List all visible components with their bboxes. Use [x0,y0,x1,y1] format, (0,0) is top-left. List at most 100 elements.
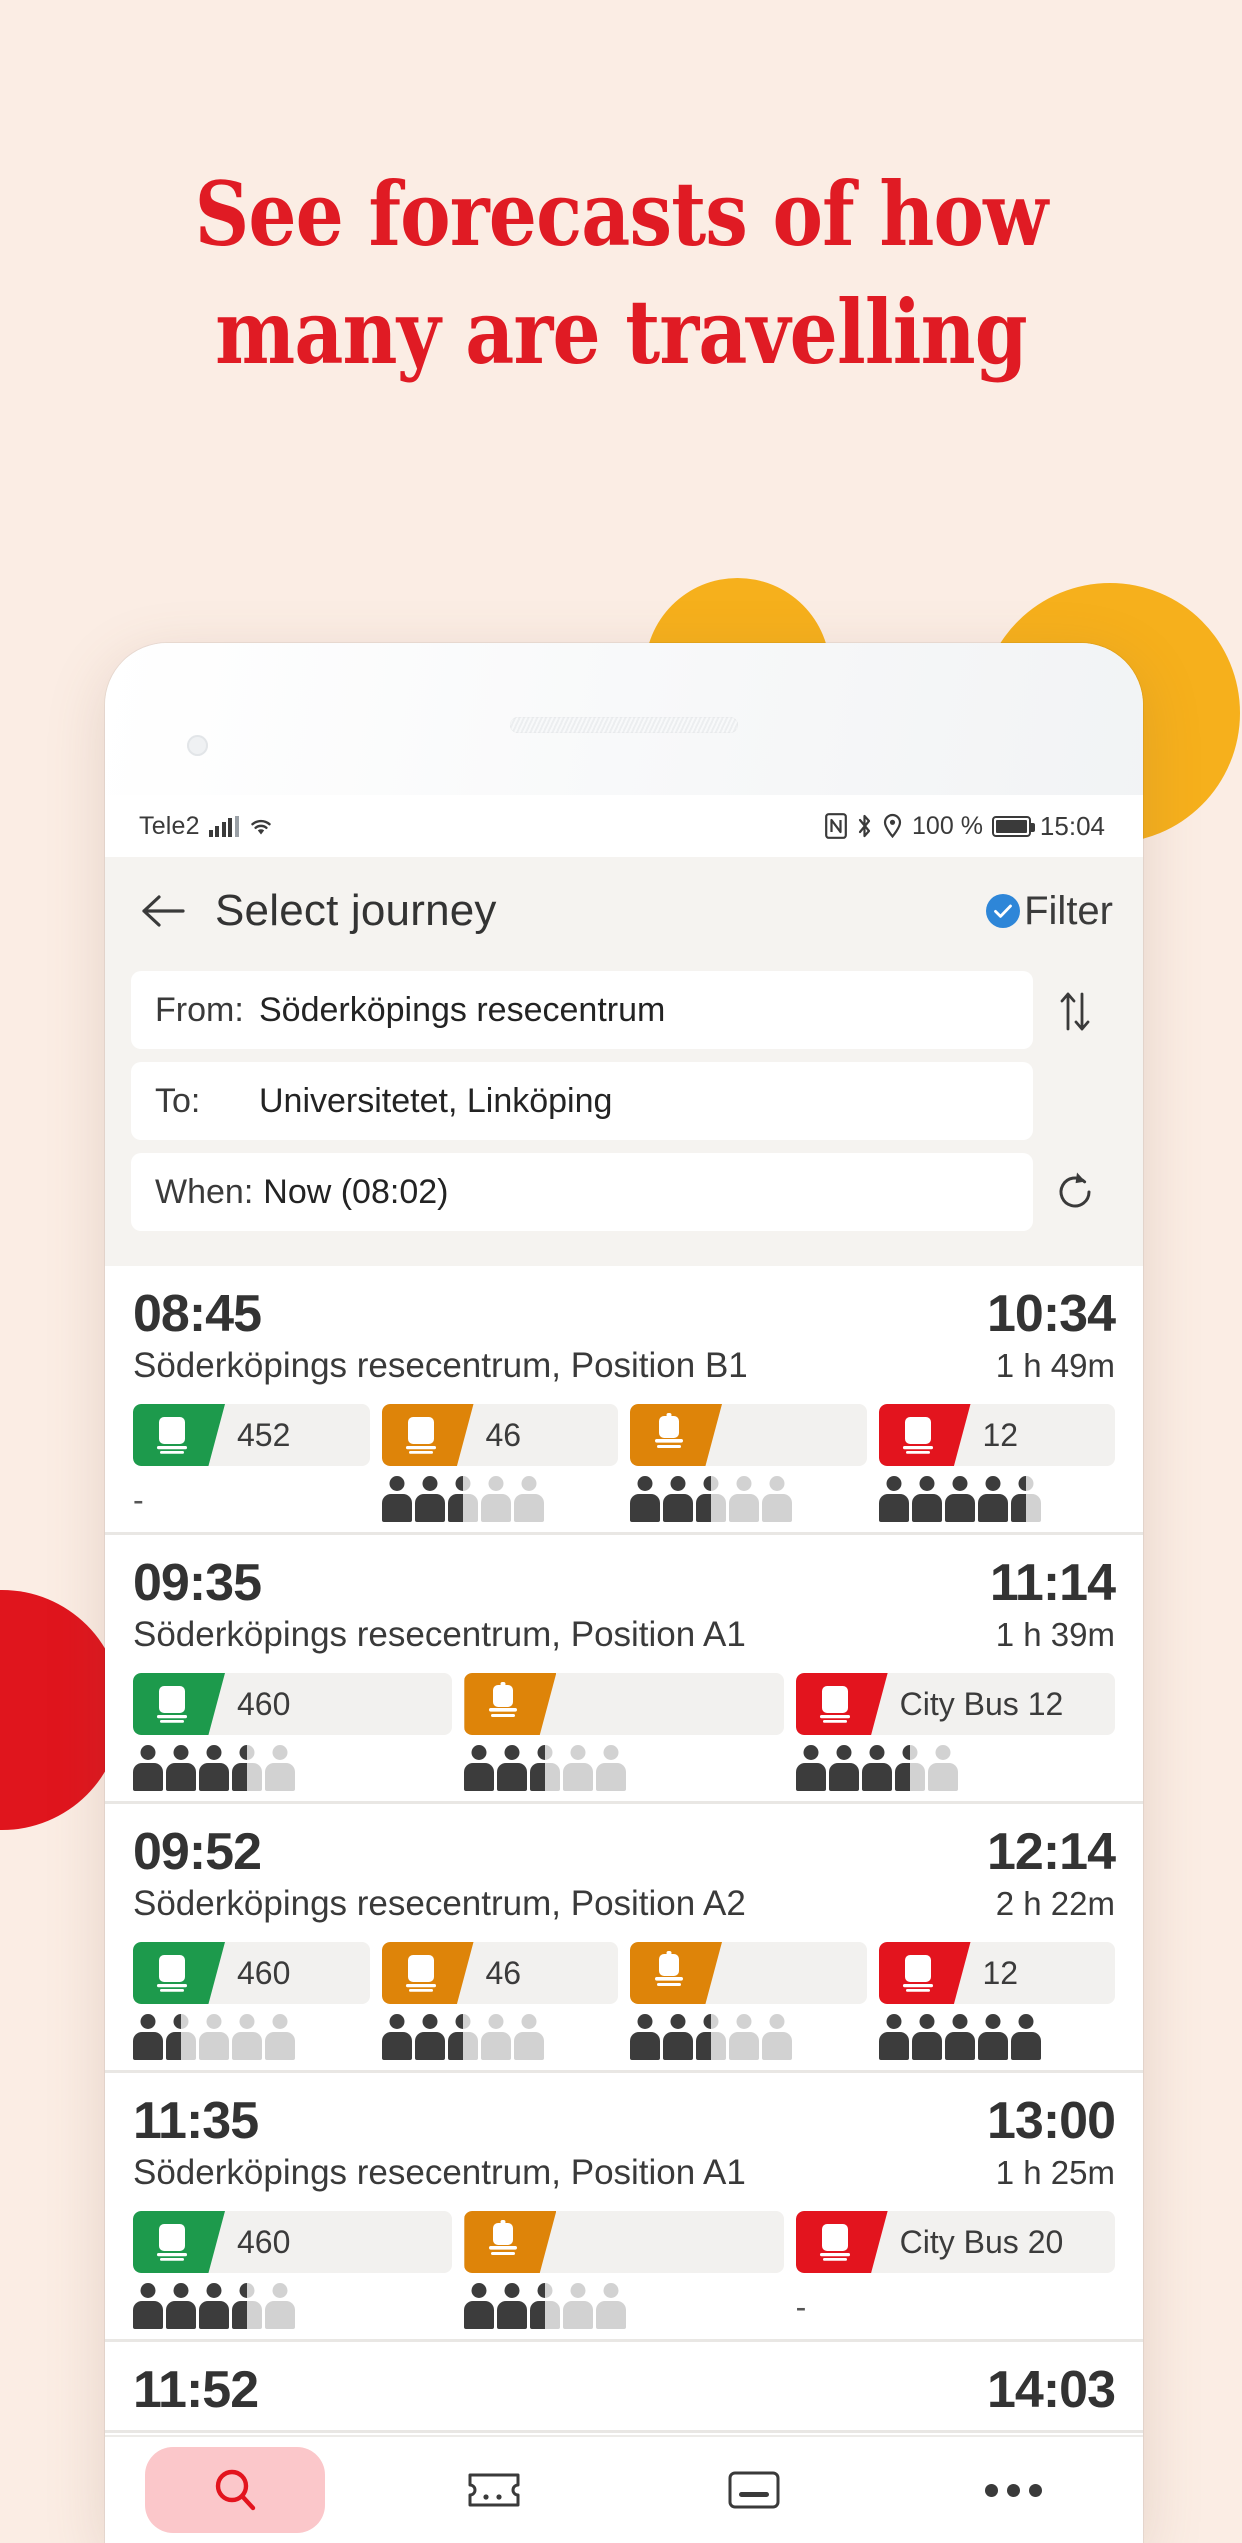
journey-row[interactable]: 11:52 14:03 [105,2342,1143,2433]
leg-track: 46 [381,1404,618,1466]
journey-times: 11:52 14:03 [133,2360,1116,2420]
journey-row[interactable]: 09:52 12:14 Söderköpings resecentrum, Posi… [105,1804,1143,2073]
person-icon [265,1745,295,1791]
to-label: To: [155,1081,201,1120]
bus-icon [902,1955,933,1992]
person-icon [530,2283,561,2329]
arrival-time: 12:14 [987,1823,1116,1881]
nav-item-tickets[interactable] [365,2467,625,2513]
occupancy-indicator [630,1466,867,1522]
bus-icon [157,1417,187,1454]
journey-leg[interactable] [464,2211,784,2329]
occupancy-indicator [133,2273,452,2329]
journey-leg[interactable] [464,1673,784,1791]
journey-legs: 460 City Bus 20 - [133,2211,1115,2329]
journey-leg[interactable]: City Bus 12 [795,1673,1115,1791]
journey-leg[interactable]: 460 [133,2211,453,2329]
back-button[interactable] [135,883,191,939]
nav-item-card[interactable] [624,2468,884,2512]
journey-subline: Söderköpings resecentrum, Position A1 1 h… [133,2153,1115,2193]
person-icon [480,2014,511,2060]
bus-icon [819,1686,850,1723]
leg-mode-badge [133,2211,225,2273]
occupancy-indicator [878,1466,1116,1522]
journey-legs: 452 - 46 12 [133,1404,1115,1522]
leg-mode-badge [630,1404,722,1466]
promo-headline-line2: many are travelling [215,280,1028,384]
person-icon [911,1476,942,1522]
journey-row[interactable]: 09:35 11:14 Söderköpings resecentrum, Posi… [105,1535,1143,1804]
when-value: Now (08:02) [263,1172,449,1211]
leg-mode-badge [464,2211,557,2273]
nav-item-more[interactable] [884,2483,1144,2497]
duration-label: 1 h 39m [995,1616,1115,1653]
journey-times: 09:35 11:14 [133,1553,1116,1613]
when-field[interactable]: When: Now (08:02) [131,1153,1033,1231]
leg-mode-badge [878,1942,971,2004]
leg-line-label: City Bus 20 [899,2223,1064,2260]
journey-leg[interactable]: 12 [878,1942,1115,2060]
filter-button[interactable]: Filter [986,889,1113,934]
leg-track: 12 [878,1404,1115,1466]
origin-label: Söderköpings resecentrum, Position A1 [133,2153,746,2192]
nav-item-search[interactable] [105,2447,365,2533]
leg-line-label: 12 [982,1416,1019,1453]
refresh-button[interactable] [1033,1168,1117,1216]
from-field[interactable]: From: Söderköpings resecentrum [131,971,1033,1049]
search-panel: From: Söderköpings resecentrum To: Unive… [105,965,1143,1266]
journey-leg[interactable]: City Bus 20 - [795,2211,1115,2329]
person-icon [166,2283,196,2329]
occupancy-indicator [381,2004,619,2060]
earpiece-speaker-icon [510,717,738,733]
person-icon [414,1476,445,1522]
to-field[interactable]: To: Universitetet, Linköping [131,1062,1033,1140]
to-field-row: To: Universitetet, Linköping [131,1062,1117,1153]
bottom-nav [105,2435,1143,2543]
nav-active-pill [144,2447,325,2533]
filter-check-icon [986,894,1021,928]
app-header: Select journey Filter [105,857,1143,965]
journey-legs: 460 City Bus 12 [133,1673,1115,1791]
journey-leg[interactable] [630,1404,867,1522]
person-icon [497,1745,528,1791]
bus-icon [902,1417,933,1454]
person-icon [381,2014,412,2060]
journey-leg[interactable]: 460 [133,1942,370,2060]
person-icon [762,1476,792,1522]
journey-leg[interactable]: 46 [381,1942,619,2060]
bus-icon [157,2224,187,2261]
bus-icon [405,1955,436,1992]
leg-mode-badge [464,1673,557,1735]
leg-track: 460 [133,2211,453,2273]
battery-icon [991,815,1035,837]
phone-mockup: Tele2 100 % 15:04 Select journey Filter … [105,643,1143,2543]
journey-legs: 460 46 12 [133,1942,1115,2060]
journey-subline: Söderköpings resecentrum, Position A1 1 h… [133,1615,1115,1655]
journey-leg[interactable]: 460 [133,1673,453,1791]
front-camera-icon [187,735,208,756]
bus-icon [157,1955,187,1992]
journey-leg[interactable] [630,1942,867,2060]
journey-leg[interactable]: 12 [878,1404,1116,1522]
person-icon [596,2283,627,2329]
leg-track: 12 [878,1942,1115,2004]
leg-mode-badge [795,1673,888,1735]
person-icon [894,1745,925,1791]
journey-leg[interactable]: 452 - [133,1404,370,1522]
train-icon [655,1951,683,1986]
train-icon [489,1682,518,1717]
leg-track: 460 [133,1673,453,1735]
journey-row[interactable]: 11:35 13:00 Söderköpings resecentrum, Posi… [105,2073,1143,2342]
person-icon [232,1745,262,1791]
leg-line-label: City Bus 12 [899,1685,1064,1722]
arrival-time: 14:03 [987,2361,1116,2419]
journey-subline: Söderköpings resecentrum, Position B1 1 h… [133,1346,1115,1386]
journey-leg[interactable]: 46 [381,1404,618,1522]
origin-label: Söderköpings resecentrum, Position A1 [133,1615,746,1654]
swap-button[interactable] [1033,987,1117,1033]
person-icon [447,2014,478,2060]
person-icon [861,1745,892,1791]
journey-row[interactable]: 08:45 10:34 Söderköpings resecentrum, Posi… [105,1266,1143,1535]
person-icon [513,1476,544,1522]
battery-percent-label: 100 % [912,811,983,840]
